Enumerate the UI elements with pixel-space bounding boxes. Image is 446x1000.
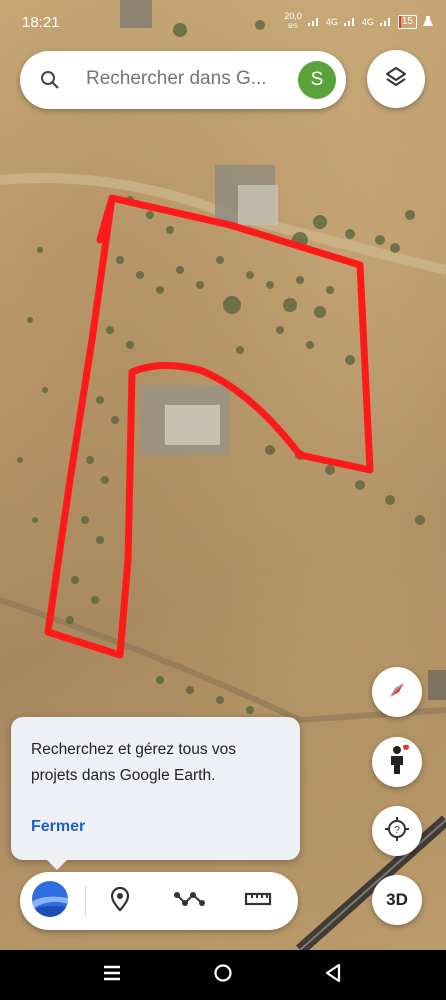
status-icons: 20,0 B/S 4G 4G 15 [284,12,434,32]
signal-icon-2 [343,15,357,29]
close-tooltip-button[interactable]: Fermer [31,818,85,836]
system-navigation-bar [0,950,446,1000]
signal-icon [307,15,321,29]
flask-icon [422,15,434,30]
onboarding-tooltip: Recherchez et gérez tous vos projets dan… [11,717,300,870]
avatar[interactable]: S [298,61,336,99]
compass-icon [382,675,412,710]
google-earth-logo-icon [31,880,69,923]
battery-indicator: 15 [397,15,417,29]
draw-path-button[interactable] [170,881,210,921]
layers-icon [384,65,408,94]
bottom-toolbar [20,872,298,930]
status-bar: 18:21 20,0 B/S 4G 4G 15 [0,0,446,50]
street-view-button[interactable] [372,737,422,787]
placemark-icon [109,886,131,917]
measure-button[interactable] [238,881,278,921]
home-button[interactable] [203,960,243,990]
search-input[interactable] [84,67,288,91]
home-icon [213,963,233,988]
measure-ruler-icon [244,890,272,913]
network-type-1: 4G [325,17,338,27]
street-view-pegman-icon [385,743,409,780]
my-location-icon: ? [383,815,411,848]
back-button[interactable] [313,960,353,990]
my-location-button[interactable]: ? [372,806,422,856]
back-icon [324,963,342,988]
earth-projects-button[interactable] [30,880,70,923]
network-speed-value: 20,0 [284,11,302,21]
add-placemark-button[interactable] [100,881,140,921]
network-speed-unit: B/S [288,24,298,30]
svg-text:?: ? [394,825,400,836]
status-time: 18:21 [22,14,60,31]
recent-apps-icon [103,965,121,986]
layers-button[interactable] [367,50,425,108]
battery-level: 15 [401,16,413,27]
tooltip-text: Recherchez et gérez tous vos projets dan… [31,741,237,784]
3d-toggle-button[interactable]: 3D [372,875,422,925]
compass-button[interactable] [372,667,422,717]
path-icon [174,889,206,914]
avatar-letter: S [310,69,324,90]
recent-apps-button[interactable] [92,960,132,990]
network-speed: 20,0 B/S [284,12,302,32]
toolbar-divider [85,886,86,916]
signal-icon-3 [379,15,393,29]
search-bar[interactable]: S [20,51,346,109]
search-icon[interactable] [40,70,60,95]
3d-label: 3D [386,890,408,909]
network-type-2: 4G [361,17,374,27]
